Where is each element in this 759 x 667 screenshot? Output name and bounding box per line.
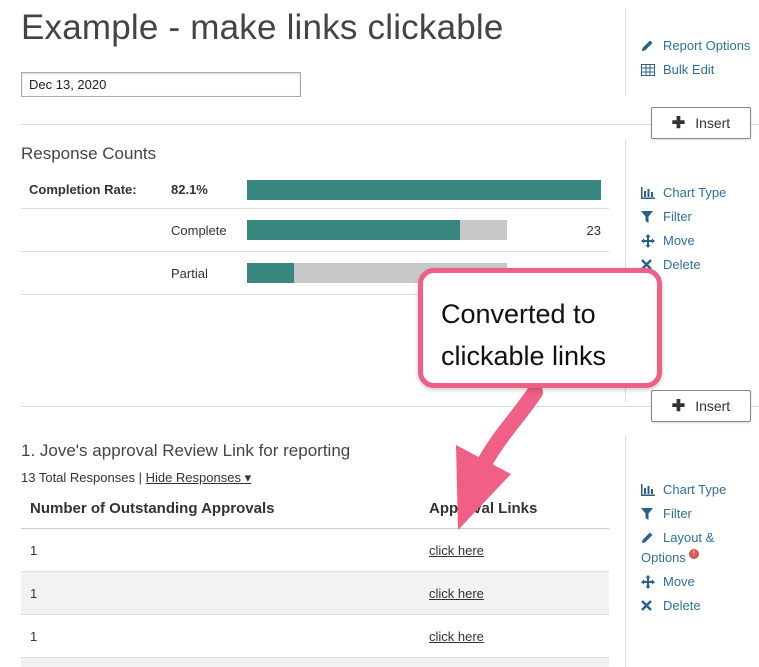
response-counts-title: Response Counts — [21, 144, 157, 163]
total-responses: 13 Total Responses — [21, 470, 135, 485]
column-header: Number of Outstanding Approvals — [30, 500, 275, 517]
report-options-link[interactable]: Report Options — [641, 38, 750, 53]
table-row — [21, 658, 609, 667]
filter-label: Filter — [663, 209, 692, 224]
page-title: Example - make links clickable — [21, 8, 504, 47]
section-divider — [21, 406, 759, 407]
chart-type-link[interactable]: Chart Type — [641, 482, 726, 497]
bulk-edit-link[interactable]: Bulk Edit — [641, 62, 714, 77]
bar-fill — [247, 180, 601, 200]
complete-label: Complete — [171, 223, 227, 238]
layout-options-label: Layout & — [663, 530, 715, 545]
bar-fill — [247, 220, 461, 240]
callout-line: Converted to — [441, 299, 596, 329]
plus-icon: ✚ — [671, 115, 686, 132]
move-link[interactable]: Move — [641, 574, 695, 589]
insert-button[interactable]: ✚ Insert — [651, 107, 751, 139]
move-label: Move — [663, 233, 695, 248]
filter-icon — [641, 210, 659, 223]
date-field[interactable] — [21, 72, 301, 97]
response-summary: 13 Total Responses | Hide Responses ▾ — [21, 470, 251, 486]
table-row: 1 click here — [21, 615, 609, 658]
approval-link[interactable]: click here — [429, 586, 484, 601]
approvals-cell: 1 — [30, 586, 38, 601]
info-icon: ! — [688, 548, 699, 559]
insert-label: Insert — [695, 115, 731, 131]
filter-icon — [641, 507, 659, 520]
hide-responses-link[interactable]: Hide Responses ▾ — [146, 470, 252, 485]
approval-link[interactable]: click here — [429, 543, 484, 558]
approvals-cell: 1 — [30, 543, 38, 558]
chart-type-link[interactable]: Chart Type — [641, 185, 726, 200]
column-header: Approval Links — [429, 500, 538, 517]
complete-row: Complete 23 — [21, 209, 609, 252]
delete-label: Delete — [663, 257, 701, 272]
move-icon — [641, 574, 659, 589]
delete-link[interactable]: Delete — [641, 598, 701, 613]
table-header: Number of Outstanding Approvals Approval… — [21, 498, 609, 529]
bar-chart-icon — [641, 483, 659, 496]
close-icon — [641, 600, 659, 611]
pencil-icon — [641, 39, 659, 52]
plus-icon: ✚ — [671, 398, 686, 415]
chart-type-label: Chart Type — [663, 482, 727, 497]
table-icon — [641, 63, 659, 76]
question-title: 1. Jove's approval Review Link for repor… — [21, 441, 351, 460]
partial-label: Partial — [171, 266, 208, 281]
complete-count: 23 — [586, 223, 601, 238]
pencil-icon — [641, 531, 659, 544]
annotation-callout: Converted to clickable links — [418, 268, 662, 388]
move-label: Move — [663, 574, 695, 589]
summary-separator: | — [134, 470, 146, 485]
bar-chart-icon — [641, 186, 659, 199]
caret-down-icon: ▾ — [244, 470, 252, 485]
complete-bar — [247, 220, 507, 240]
sidebar-divider — [625, 436, 626, 667]
completion-rate-row: Completion Rate: 82.1% — [21, 166, 609, 209]
completion-rate-bar — [247, 180, 601, 200]
move-icon — [641, 233, 659, 248]
layout-options-label: Options — [641, 550, 686, 565]
bulk-edit-label: Bulk Edit — [663, 62, 715, 77]
section-divider — [21, 124, 759, 125]
layout-options-link[interactable]: Layout & — [641, 530, 714, 545]
chart-type-label: Chart Type — [663, 185, 727, 200]
filter-link[interactable]: Filter — [641, 506, 692, 521]
table-row: 1 click here — [21, 572, 609, 615]
report-options-label: Report Options — [663, 38, 751, 53]
insert-label: Insert — [695, 398, 731, 414]
table-row: 1 click here — [21, 529, 609, 572]
approvals-cell: 1 — [30, 629, 38, 644]
sidebar-divider — [625, 8, 626, 96]
bar-fill — [247, 263, 294, 283]
insert-button[interactable]: ✚ Insert — [651, 390, 751, 422]
delete-label: Delete — [663, 598, 701, 613]
filter-link[interactable]: Filter — [641, 209, 692, 224]
filter-label: Filter — [663, 506, 692, 521]
move-link[interactable]: Move — [641, 233, 695, 248]
completion-rate-value: 82.1% — [171, 182, 208, 197]
completion-rate-label: Completion Rate: — [29, 182, 137, 197]
approval-link[interactable]: click here — [429, 629, 484, 644]
layout-options-link-line2[interactable]: Options ! — [641, 548, 699, 565]
callout-line: clickable links — [441, 341, 607, 371]
